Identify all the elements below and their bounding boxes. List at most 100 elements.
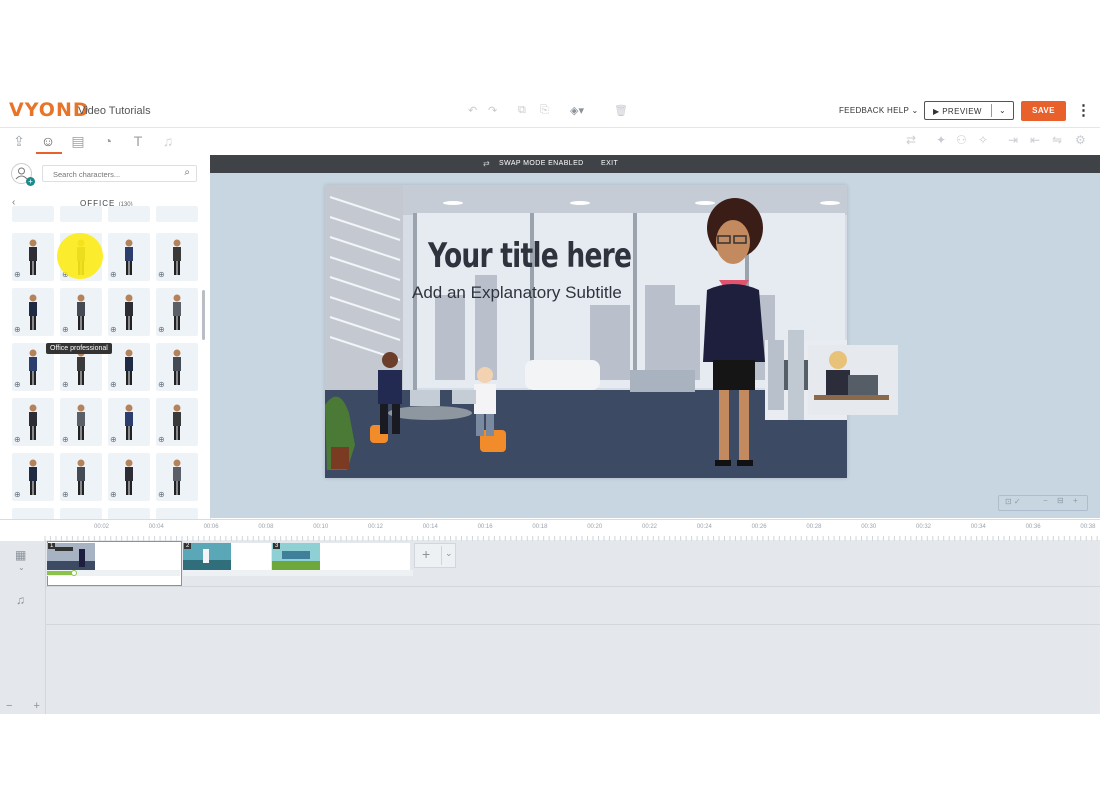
redo-icon[interactable]: ↷ — [488, 104, 497, 117]
preview-zoom-icon[interactable]: ⊕ — [62, 490, 69, 499]
character-thumbnail[interactable]: ⊕ — [12, 288, 54, 336]
preview-zoom-icon[interactable]: ⊕ — [110, 490, 117, 499]
character-thumbnail[interactable] — [156, 206, 198, 222]
character-thumbnail[interactable]: ⊕ — [108, 398, 150, 446]
preview-zoom-icon[interactable]: ⊕ — [14, 435, 21, 444]
project-title[interactable]: Video Tutorials — [78, 105, 151, 117]
motion-icon[interactable]: ✦ — [936, 133, 946, 147]
scene-thumbnail[interactable]: 2 — [183, 543, 231, 570]
upload-icon[interactable]: ⇪ — [10, 133, 28, 150]
duration-handle[interactable] — [71, 570, 77, 576]
character-thumbnail[interactable]: ⊕ — [156, 288, 198, 336]
text-icon[interactable]: T — [129, 133, 147, 149]
character-thumbnail[interactable]: ⊕ — [60, 398, 102, 446]
scene-subtitle-text[interactable]: Add an Explanatory Subtitle — [412, 283, 622, 303]
character-thumbnail[interactable]: ⊕ — [156, 398, 198, 446]
help-label: HELP — [887, 106, 909, 115]
selected-woman-character[interactable] — [695, 190, 775, 475]
plus-icon[interactable]: + — [422, 546, 430, 562]
zoom-in-icon[interactable]: + — [34, 700, 40, 712]
character-icon[interactable]: ☺ — [39, 133, 57, 149]
paste-icon[interactable]: ⎘ — [540, 104, 549, 117]
preview-zoom-icon[interactable]: ⊕ — [158, 380, 165, 389]
character-figure — [29, 294, 37, 330]
preview-button[interactable]: ▶ PREVIEW ⌄ — [924, 101, 1014, 120]
zoom-out-icon[interactable]: − — [6, 700, 12, 712]
help-menu[interactable]: HELP ⌄ — [887, 106, 919, 115]
character-thumbnail[interactable]: ⊕ — [108, 343, 150, 391]
settings-icon[interactable]: ⚙ — [1075, 133, 1086, 147]
action-icon[interactable]: ⚇ — [956, 133, 967, 147]
effects-icon[interactable]: ✧ — [978, 133, 988, 147]
enter-icon[interactable]: ⇥ — [1008, 133, 1018, 147]
preview-zoom-icon[interactable]: ⊕ — [14, 490, 21, 499]
preview-zoom-icon[interactable]: ⊕ — [14, 270, 21, 279]
character-thumbnail[interactable]: ⊕ — [156, 233, 198, 281]
swap-icon[interactable]: ⇄ — [906, 133, 916, 147]
stage-zoom-control[interactable]: ⊡ ✓ − ⊟ + — [998, 495, 1088, 511]
zoom-in-icon[interactable]: + — [1073, 496, 1078, 505]
character-thumbnail[interactable]: ⊕ — [60, 288, 102, 336]
preview-zoom-icon[interactable]: ⊕ — [110, 270, 117, 279]
preview-zoom-icon[interactable]: ⊕ — [158, 270, 165, 279]
chart-icon[interactable]: ◔ — [99, 133, 117, 149]
character-thumbnail[interactable]: ⊕ — [12, 398, 54, 446]
layers-icon[interactable]: ◈▾ — [570, 104, 584, 117]
preview-zoom-icon[interactable]: ⊕ — [62, 380, 69, 389]
scene-title-text[interactable]: Your title here — [428, 236, 632, 276]
search-field[interactable]: ⌕ — [42, 165, 197, 182]
character-thumbnail[interactable] — [12, 206, 54, 222]
character-thumbnail[interactable]: ⊕ — [108, 453, 150, 501]
copy-icon[interactable]: ⧉ — [518, 104, 526, 117]
character-thumbnail[interactable]: ⊕ — [12, 233, 54, 281]
character-thumbnail[interactable]: ⊕ — [108, 233, 150, 281]
search-input[interactable] — [51, 169, 175, 180]
character-thumbnail[interactable] — [108, 206, 150, 222]
exit-swap-button[interactable]: EXIT — [601, 160, 618, 167]
chevron-down-icon[interactable]: ⌄ — [18, 563, 25, 572]
character-thumbnail[interactable]: ⊕ — [60, 453, 102, 501]
preview-zoom-icon[interactable]: ⊕ — [158, 435, 165, 444]
character-thumbnail[interactable]: ⊕ — [156, 453, 198, 501]
scene-thumbnail[interactable]: 3 — [272, 543, 320, 570]
timeline-ruler[interactable]: 00:02 00:04 00:06 00:08 00:10 00:12 00:14 00:16… — [0, 519, 1100, 542]
zoom-out-icon[interactable]: − — [1043, 496, 1048, 505]
preview-zoom-icon[interactable]: ⊕ — [62, 435, 69, 444]
camera-icon[interactable]: ⊡ ✓ — [1005, 497, 1021, 506]
seated-characters — [378, 352, 496, 436]
fit-icon[interactable]: ⊟ — [1057, 496, 1064, 505]
character-figure — [77, 404, 85, 440]
preview-zoom-icon[interactable]: ⊕ — [110, 380, 117, 389]
scene-thumbnail[interactable]: 1 — [47, 543, 95, 570]
preview-zoom-icon[interactable]: ⊕ — [158, 490, 165, 499]
scene-number: 3 — [273, 543, 281, 549]
add-scene-button[interactable]: + ⌄ — [414, 543, 456, 568]
music-track-icon[interactable]: ♫ — [16, 593, 25, 607]
preview-zoom-icon[interactable]: ⊕ — [14, 380, 21, 389]
ruler-tick-label: 00:24 — [696, 524, 712, 530]
video-track-icon[interactable]: ▦ — [15, 548, 26, 562]
preview-zoom-icon[interactable]: ⊕ — [158, 325, 165, 334]
chevron-down-icon[interactable]: ⌄ — [999, 106, 1006, 115]
character-thumbnail[interactable]: ⊕ — [108, 288, 150, 336]
preview-zoom-icon[interactable]: ⊕ — [62, 325, 69, 334]
character-thumbnail[interactable]: ⊕ — [12, 453, 54, 501]
more-options-icon[interactable]: ⋮ — [1076, 101, 1091, 119]
exit-icon[interactable]: ⇤ — [1030, 133, 1040, 147]
save-button[interactable]: SAVE — [1021, 101, 1066, 121]
feedback-link[interactable]: FEEDBACK — [839, 106, 885, 115]
preview-zoom-icon[interactable]: ⊕ — [14, 325, 21, 334]
character-thumbnail[interactable]: ⊕ — [156, 343, 198, 391]
chevron-down-icon[interactable]: ⌄ — [445, 548, 453, 559]
delete-icon[interactable]: 🗑 — [614, 104, 628, 117]
search-icon[interactable]: ⌕ — [184, 167, 190, 178]
audio-icon[interactable]: ♫ — [159, 133, 177, 149]
props-icon[interactable]: ▤ — [69, 133, 87, 150]
preview-zoom-icon[interactable]: ⊕ — [110, 325, 117, 334]
panel-scrollbar[interactable] — [202, 290, 205, 340]
undo-icon[interactable]: ↶ — [468, 104, 477, 117]
flip-icon[interactable]: ⇋ — [1052, 133, 1062, 147]
preview-zoom-icon[interactable]: ⊕ — [110, 435, 117, 444]
character-thumbnail[interactable] — [60, 206, 102, 222]
scene-blank-space — [320, 543, 410, 570]
